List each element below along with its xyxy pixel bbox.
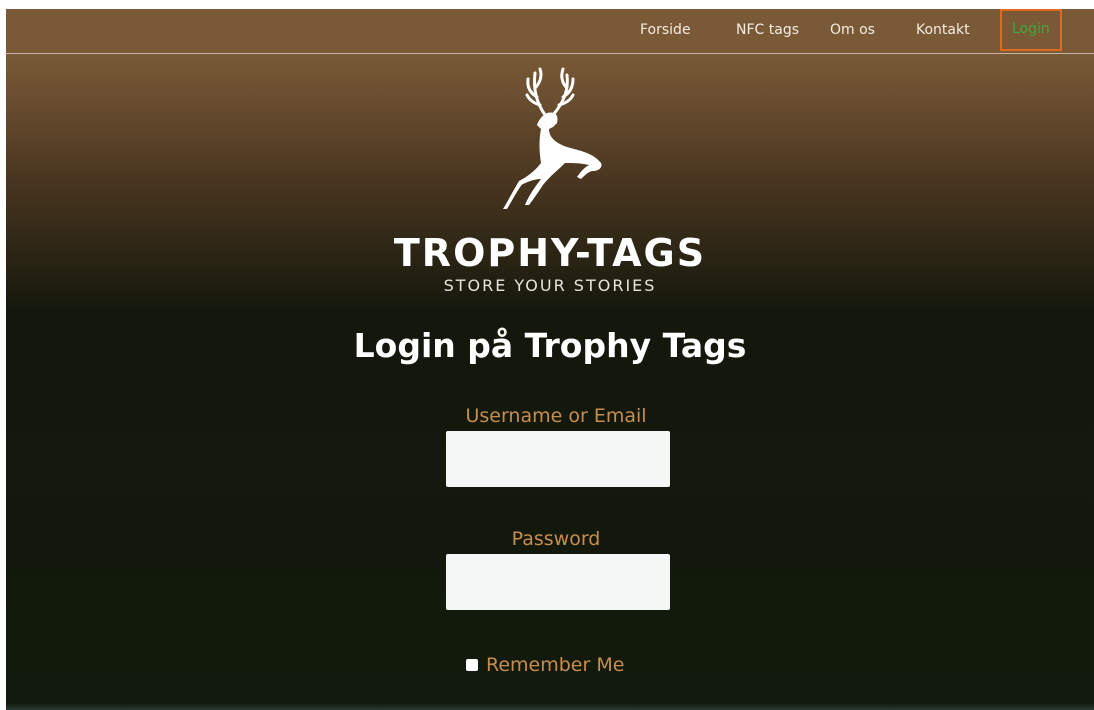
leaping-deer-icon [503, 67, 602, 209]
username-label: Username or Email [465, 405, 647, 427]
nav-item-kontakt[interactable]: Kontakt [916, 9, 970, 53]
username-input[interactable] [446, 431, 670, 487]
brand-tagline: STORE YOUR STORIES [443, 276, 657, 295]
remember-me-label: Remember Me [486, 654, 625, 676]
remember-me[interactable]: Remember Me [466, 653, 624, 677]
login-heading: Login på Trophy Tags [353, 326, 747, 365]
nav-item-login[interactable]: Login [1000, 9, 1062, 51]
main-nav: Forside NFC tags Om os Kontakt Login [6, 9, 1094, 54]
password-label: Password [511, 528, 601, 550]
nav-item-nfc-tags[interactable]: NFC tags [736, 9, 799, 53]
page: Forside NFC tags Om os Kontakt Login TRO… [6, 9, 1094, 710]
remember-me-checkbox[interactable] [466, 659, 478, 671]
nav-item-forside[interactable]: Forside [640, 9, 691, 53]
top-cut-off-strip [0, 0, 1094, 9]
nav-item-om-os[interactable]: Om os [830, 9, 875, 53]
password-input[interactable] [446, 554, 670, 610]
brand-name: TROPHY-TAGS [393, 231, 707, 275]
logo[interactable] [6, 67, 1094, 222]
